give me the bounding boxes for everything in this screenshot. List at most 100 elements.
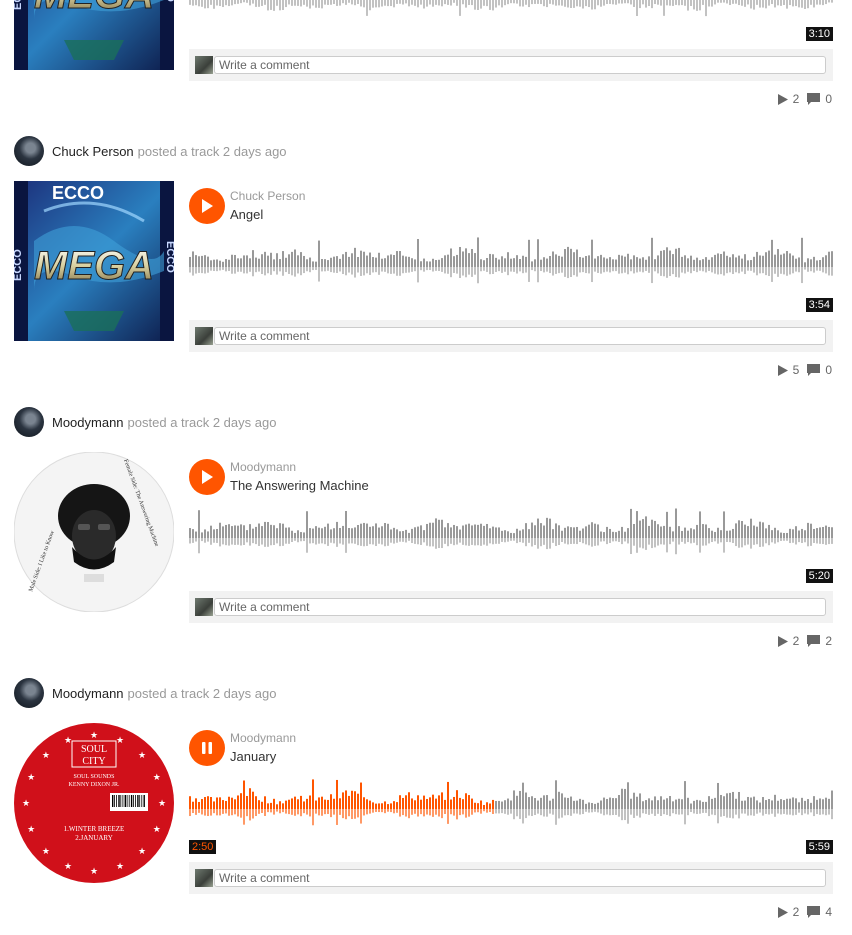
svg-text:★: ★	[138, 751, 146, 761]
play-count-value: 2	[792, 905, 800, 919]
play-count-value: 2	[792, 634, 800, 648]
poster-action: posted a track 2 days ago	[127, 414, 277, 430]
comment-bar	[189, 862, 833, 894]
svg-text:★: ★	[42, 751, 50, 761]
track-artist[interactable]: Chuck Person	[230, 189, 305, 203]
comment-icon	[807, 93, 821, 105]
track-duration: 3:54	[805, 298, 833, 312]
play-icon	[202, 199, 213, 213]
play-count: 2	[777, 92, 800, 106]
comment-count: 0	[807, 92, 832, 106]
track-artist[interactable]: Moodymann	[230, 731, 296, 745]
poster-avatar[interactable]	[14, 407, 44, 437]
svg-text:★: ★	[158, 799, 166, 809]
svg-text:★: ★	[116, 736, 124, 746]
svg-text:★: ★	[138, 847, 146, 857]
commenter-avatar	[195, 869, 213, 887]
svg-text:CITY: CITY	[82, 756, 105, 767]
track-artwork[interactable]: ★ ★ ★ ★ ★ ★ ★ ★ ★ ★ ★ ★ ★ ★ ★ ★ SOUL CITY SOUL SOUNDS KENNY…	[14, 723, 174, 883]
commenter-avatar	[195, 598, 213, 616]
comment-count-value: 0	[825, 363, 832, 377]
track-waveform[interactable]	[189, 508, 833, 568]
comment-count-value: 4	[825, 905, 832, 919]
track-stats: 2 0	[770, 92, 832, 106]
poster-name[interactable]: Moodymann	[52, 686, 124, 701]
poster-avatar[interactable]	[14, 678, 44, 708]
svg-text:KENNY DIXON JR.: KENNY DIXON JR.	[69, 782, 120, 788]
play-count: 2	[777, 634, 800, 648]
track-stats: 5 0	[770, 363, 832, 377]
svg-text:ECCO: ECCO	[14, 249, 24, 281]
commenter-avatar	[195, 327, 213, 345]
comment-icon	[807, 364, 821, 376]
poster-avatar[interactable]	[14, 136, 44, 166]
play-count: 5	[777, 363, 799, 377]
poster-action: posted a track 2 days ago	[127, 685, 277, 701]
track-artwork[interactable]: Male Side: I Like to Know Female Side: Th…	[14, 452, 174, 612]
svg-text:★: ★	[90, 867, 98, 877]
svg-text:SOUL SOUNDS: SOUL SOUNDS	[74, 774, 115, 780]
track-title[interactable]: The Answering Machine	[230, 478, 369, 493]
comment-count: 0	[807, 363, 832, 377]
svg-text:★: ★	[42, 847, 50, 857]
comment-input[interactable]	[214, 56, 826, 74]
poster-line: Moodymann posted a track 2 days ago	[14, 407, 276, 437]
svg-text:MEGA: MEGA	[34, 244, 154, 288]
track-artist[interactable]: Moodymann	[230, 460, 296, 474]
track-stats: 2 2	[770, 634, 832, 648]
plays-icon	[777, 906, 788, 918]
svg-text:★: ★	[27, 773, 35, 783]
poster-action: posted a track 2 days ago	[137, 143, 287, 159]
svg-text:★: ★	[153, 773, 161, 783]
activity-feed: ECCO MEGA ECCO ECCO 3:10 2 0 Chuck Person p…	[0, 0, 852, 935]
svg-text:★: ★	[153, 825, 161, 835]
svg-text:★: ★	[90, 731, 98, 741]
comment-count-value: 0	[825, 92, 832, 106]
poster-name[interactable]: Moodymann	[52, 415, 124, 430]
track-title[interactable]: January	[230, 749, 276, 764]
pause-icon	[202, 742, 212, 754]
track-artwork[interactable]: ECCOMEGAECCOECCO	[14, 181, 174, 341]
comment-icon	[807, 635, 821, 647]
svg-text:SOUL: SOUL	[81, 744, 107, 755]
play-count-value: 2	[792, 92, 800, 106]
track-duration: 3:10	[805, 27, 833, 41]
track-artwork[interactable]: ECCOMEGAECCOECCO	[14, 0, 174, 70]
commenter-avatar	[195, 56, 213, 74]
svg-text:2.JANUARY: 2.JANUARY	[75, 834, 113, 842]
plays-icon	[777, 635, 788, 647]
track-elapsed: 2:50	[189, 840, 217, 854]
track-duration: 5:20	[805, 569, 833, 583]
svg-text:★: ★	[64, 736, 72, 746]
comment-bar	[189, 591, 833, 623]
poster-line: Chuck Person posted a track 2 days ago	[14, 136, 287, 166]
svg-text:★: ★	[22, 799, 30, 809]
plays-icon	[777, 93, 788, 105]
comment-bar	[189, 49, 833, 81]
track-duration: 5:59	[805, 840, 833, 854]
track-stats: 2 4	[770, 905, 832, 919]
track-waveform[interactable]	[189, 0, 833, 30]
play-button[interactable]	[189, 188, 225, 224]
track-title[interactable]: Angel	[230, 207, 263, 222]
poster-line: Moodymann posted a track 2 days ago	[14, 678, 276, 708]
comment-input[interactable]	[214, 869, 826, 887]
track-card: Chuck Person posted a track 2 days ago E…	[0, 136, 852, 386]
comment-count: 2	[807, 634, 832, 648]
comment-input[interactable]	[214, 598, 826, 616]
play-button[interactable]	[189, 459, 225, 495]
pause-button[interactable]	[189, 730, 225, 766]
comment-count-value: 2	[825, 634, 832, 648]
plays-icon	[777, 364, 788, 376]
svg-text:ECCO: ECCO	[164, 241, 174, 273]
svg-text:★: ★	[64, 862, 72, 872]
track-card: ECCOMEGAECCOECCO 3:10 2 0	[0, 0, 852, 114]
track-waveform[interactable]	[189, 779, 833, 839]
poster-name[interactable]: Chuck Person	[52, 144, 134, 159]
play-icon	[202, 470, 213, 484]
track-waveform[interactable]	[189, 237, 833, 297]
comment-count: 4	[807, 905, 832, 919]
comment-input[interactable]	[214, 327, 826, 345]
comment-bar	[189, 320, 833, 352]
svg-text:★: ★	[116, 862, 124, 872]
